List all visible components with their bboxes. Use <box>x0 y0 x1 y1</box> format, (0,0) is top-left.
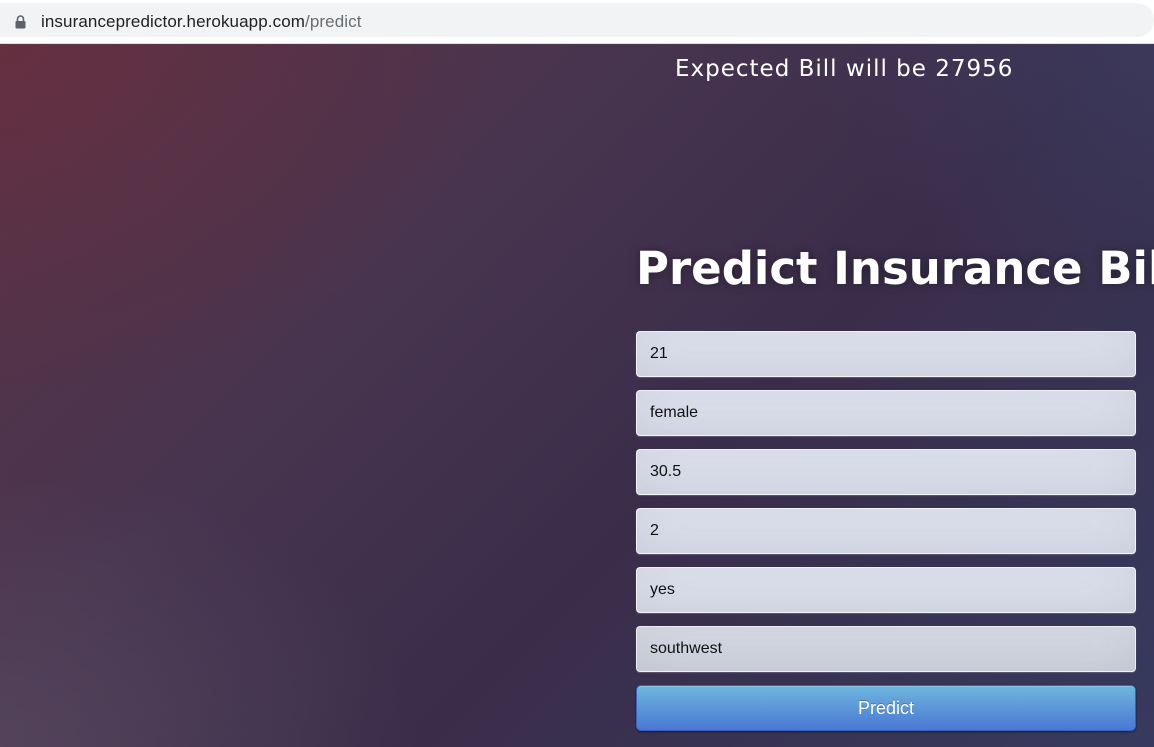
region-input[interactable] <box>636 626 1136 672</box>
prediction-result: Expected Bill will be 27956 <box>675 56 1014 82</box>
url-field[interactable]: insurancepredictor.herokuapp.com/predict <box>0 3 1154 37</box>
children-input[interactable] <box>636 508 1136 554</box>
age-input[interactable] <box>636 331 1136 377</box>
bmi-input[interactable] <box>636 449 1136 495</box>
browser-address-bar: insurancepredictor.herokuapp.com/predict <box>0 0 1154 44</box>
lock-icon[interactable] <box>15 15 26 29</box>
url-text[interactable]: insurancepredictor.herokuapp.com/predict <box>41 12 362 32</box>
url-host: insurancepredictor.herokuapp.com <box>41 12 306 31</box>
sex-input[interactable] <box>636 390 1136 436</box>
page-title: Predict Insurance Bill <box>636 242 1154 295</box>
smoker-input[interactable] <box>636 567 1136 613</box>
page-content: Expected Bill will be 27956 Predict Insu… <box>0 44 1154 747</box>
predict-form: Predict <box>636 331 1136 731</box>
url-path: /predict <box>305 12 362 31</box>
predict-button[interactable]: Predict <box>636 685 1136 731</box>
